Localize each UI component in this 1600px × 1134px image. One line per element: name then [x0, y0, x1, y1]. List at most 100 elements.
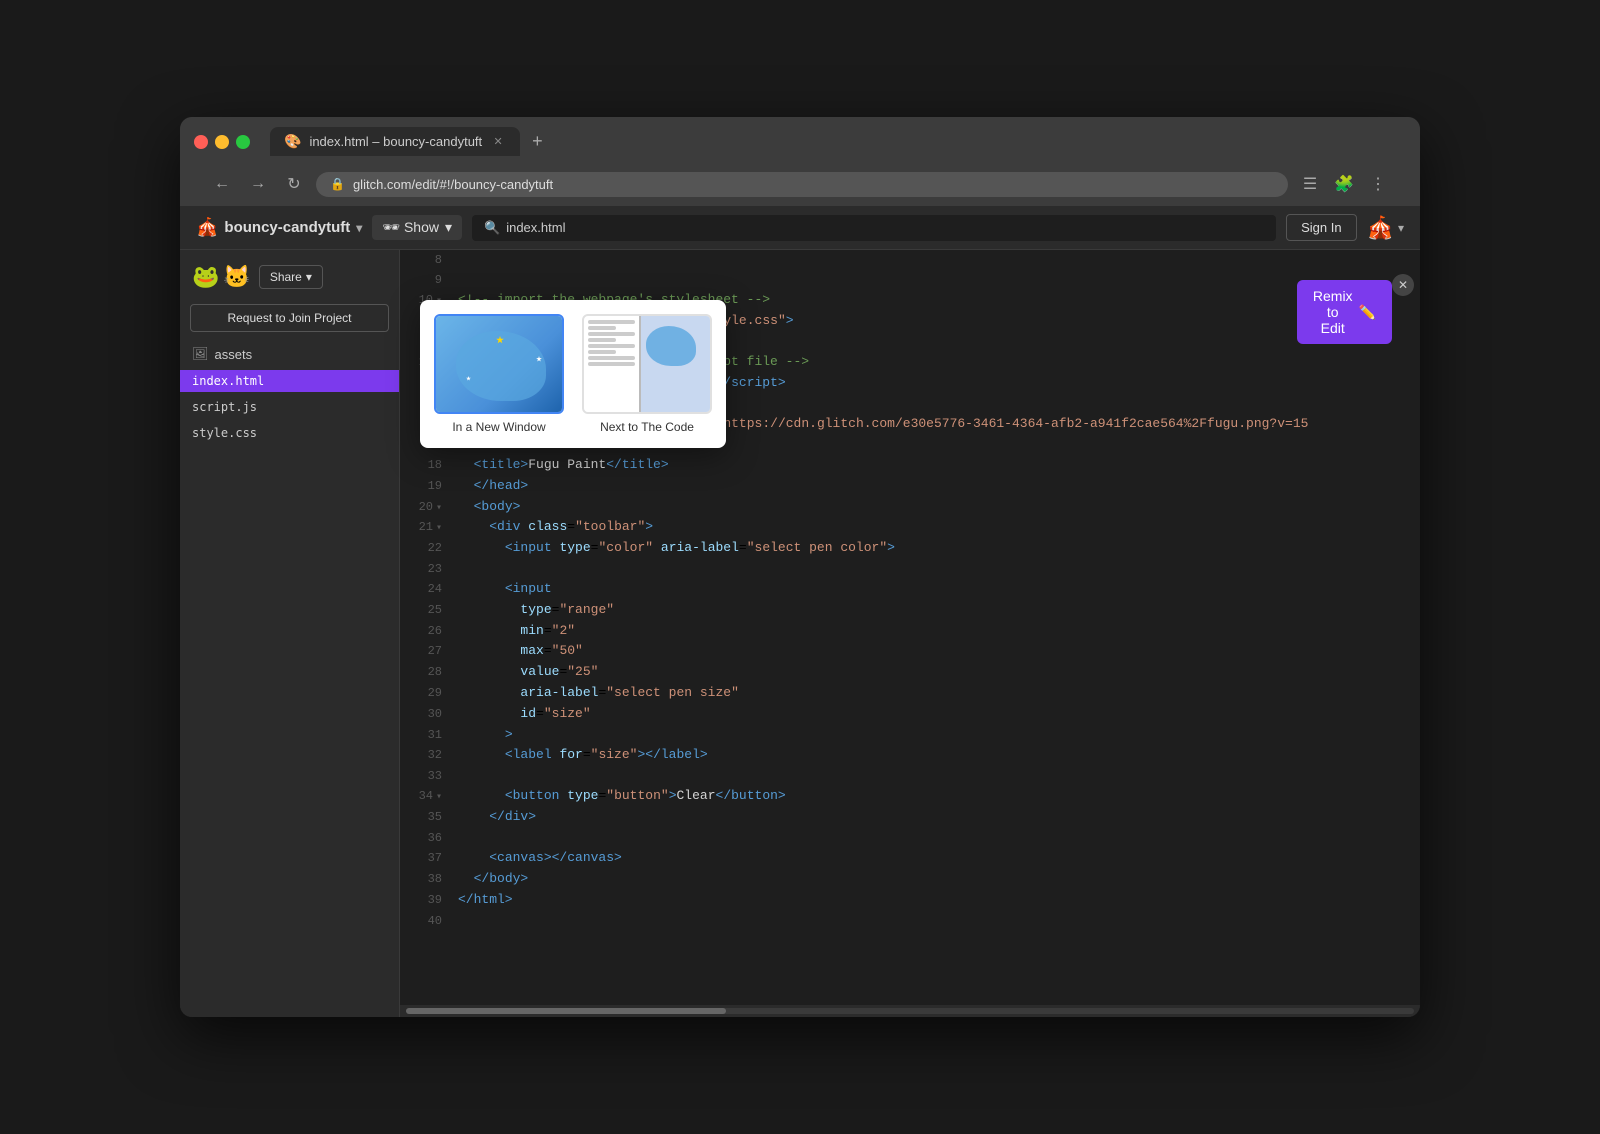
- code-line: 19 </head>: [400, 476, 1420, 497]
- line-number: 32: [410, 745, 442, 765]
- line-content: </body>: [458, 869, 1410, 890]
- line-number: 31: [410, 725, 442, 745]
- minimize-traffic-light[interactable]: [215, 135, 229, 149]
- user-avatars: 🐸 🐱: [192, 264, 251, 290]
- url-text: glitch.com/edit/#!/bouncy-candytuft: [353, 177, 553, 192]
- tab-bar: 🎨 index.html – bouncy-candytuft ✕ +: [270, 127, 549, 156]
- line-number: 20: [410, 497, 442, 517]
- code-line: 18 <title>Fugu Paint</title>: [400, 455, 1420, 476]
- code-line: 23: [400, 559, 1420, 579]
- forward-button[interactable]: →: [244, 170, 272, 198]
- remix-label: Remix to Edit: [1313, 288, 1353, 336]
- code-line: 22 <input type="color" aria-label="selec…: [400, 538, 1420, 559]
- tab-close-button[interactable]: ✕: [490, 134, 506, 150]
- signin-button[interactable]: Sign In: [1286, 214, 1356, 241]
- show-chevron-icon: ▾: [445, 219, 452, 236]
- address-bar[interactable]: 🔒 glitch.com/edit/#!/bouncy-candytuft: [316, 172, 1288, 197]
- split-line: [588, 326, 616, 330]
- new-tab-button[interactable]: +: [526, 129, 549, 154]
- line-content: </div>: [458, 807, 1410, 828]
- line-content: id="size": [458, 704, 1410, 725]
- active-tab[interactable]: 🎨 index.html – bouncy-candytuft ✕: [270, 127, 520, 156]
- line-number: 33: [410, 766, 442, 786]
- project-emoji-icon: 🎪: [196, 217, 218, 238]
- code-line: 33: [400, 766, 1420, 786]
- split-line: [588, 320, 635, 324]
- code-line: 30 id="size": [400, 704, 1420, 725]
- fullscreen-traffic-light[interactable]: [236, 135, 250, 149]
- show-option-new-window[interactable]: In a New Window: [430, 310, 568, 438]
- avatar-1: 🎪: [1367, 215, 1394, 241]
- assets-icon: 🖼: [192, 346, 209, 362]
- show-option-next-to-code[interactable]: Next to The Code: [578, 310, 716, 438]
- show-button[interactable]: 🕶 Show ▾: [372, 215, 462, 240]
- line-content: >: [458, 725, 1410, 746]
- close-traffic-light[interactable]: [194, 135, 208, 149]
- search-icon: 🔍: [484, 220, 500, 236]
- nav-bar: ← → ↻ 🔒 glitch.com/edit/#!/bouncy-candyt…: [194, 164, 1406, 206]
- line-number: 23: [410, 559, 442, 579]
- show-label: 🕶 Show: [382, 219, 439, 236]
- code-line: 40: [400, 911, 1420, 931]
- next-to-code-label: Next to The Code: [600, 420, 694, 434]
- share-button[interactable]: Share ▾: [259, 265, 323, 289]
- user-avatar-1: 🐸: [192, 264, 219, 290]
- split-line: [588, 344, 635, 348]
- line-number: 27: [410, 641, 442, 661]
- line-number: 39: [410, 890, 442, 910]
- line-number: 35: [410, 807, 442, 827]
- assets-label: assets: [215, 347, 253, 362]
- code-line: 25 type="range": [400, 600, 1420, 621]
- scrollbar-track: [406, 1008, 1414, 1014]
- lock-icon: 🔒: [330, 177, 345, 191]
- scrollbar-thumb[interactable]: [406, 1008, 726, 1014]
- split-line: [588, 356, 635, 360]
- line-content: </head>: [458, 476, 1410, 497]
- remix-to-edit-button[interactable]: Remix to Edit ✏️: [1297, 280, 1392, 344]
- line-content: <label for="size"></label>: [458, 745, 1410, 766]
- extensions-button[interactable]: 🧩: [1330, 170, 1358, 198]
- sidebar-item-script-js[interactable]: script.js: [180, 396, 399, 418]
- code-line: 28 value="25": [400, 662, 1420, 683]
- line-number: 25: [410, 600, 442, 620]
- line-content: aria-label="select pen size": [458, 683, 1410, 704]
- sidebar-item-index-html[interactable]: index.html: [180, 370, 399, 392]
- refresh-button[interactable]: ↻: [280, 170, 308, 198]
- code-line: 9: [400, 270, 1420, 290]
- horizontal-scrollbar[interactable]: [400, 1005, 1420, 1017]
- code-line: 27 max="50": [400, 641, 1420, 662]
- line-content: <button type="button">Clear</button>: [458, 786, 1410, 807]
- sidebar-item-style-css[interactable]: style.css: [180, 422, 399, 444]
- show-dropdown[interactable]: In a New Window: [420, 300, 726, 448]
- split-thumbnail: [584, 316, 712, 414]
- browser-window: 🎨 index.html – bouncy-candytuft ✕ + ← → …: [180, 117, 1420, 1017]
- remix-pencil-icon: ✏️: [1359, 304, 1376, 321]
- new-window-preview: [434, 314, 564, 414]
- user-avatar-2: 🐱: [223, 264, 250, 290]
- line-number: 8: [410, 250, 442, 270]
- star-decoration-1: [496, 336, 504, 344]
- project-chevron-icon: ▾: [356, 221, 362, 235]
- line-content: <canvas></canvas>: [458, 848, 1410, 869]
- close-remix-button[interactable]: ✕: [1392, 274, 1414, 296]
- line-number: 19: [410, 476, 442, 496]
- new-window-label: In a New Window: [452, 420, 545, 434]
- line-content: value="25": [458, 662, 1410, 683]
- back-button[interactable]: ←: [208, 170, 236, 198]
- line-content: <div class="toolbar">: [458, 517, 1410, 538]
- split-right: [641, 316, 712, 414]
- bookmarks-button[interactable]: ☰: [1296, 170, 1324, 198]
- line-number: 28: [410, 662, 442, 682]
- request-join-button[interactable]: Request to Join Project: [190, 304, 389, 332]
- sidebar-item-assets[interactable]: 🖼 assets: [180, 342, 399, 366]
- chevron-down-icon[interactable]: ▾: [1398, 221, 1404, 235]
- line-number: 38: [410, 869, 442, 889]
- project-menu-button[interactable]: 🎪 bouncy-candytuft ▾: [196, 217, 362, 238]
- line-content: min="2": [458, 621, 1410, 642]
- tab-title: index.html – bouncy-candytuft: [309, 134, 482, 149]
- file-search-bar[interactable]: 🔍 index.html: [472, 215, 1276, 241]
- split-left: [584, 316, 639, 414]
- code-line: 34 <button type="button">Clear</button>: [400, 786, 1420, 807]
- menu-button[interactable]: ⋮: [1364, 170, 1392, 198]
- code-line: 38 </body>: [400, 869, 1420, 890]
